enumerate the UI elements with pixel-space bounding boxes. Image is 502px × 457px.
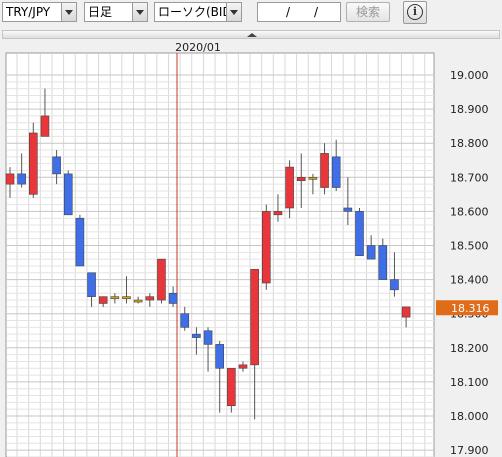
info-button[interactable]: i <box>403 1 427 24</box>
current-price-marker: 18.316 <box>436 300 498 316</box>
candle-body <box>227 367 236 407</box>
candle-body <box>401 306 411 318</box>
y-tick-label: 18.900 <box>450 103 489 116</box>
candle-body <box>285 166 294 209</box>
candle-body <box>17 173 26 185</box>
candle-body <box>133 299 143 303</box>
currency-pair-select[interactable]: TRY/JPY <box>2 2 77 22</box>
candle-body <box>40 115 50 137</box>
y-tick-label: 18.000 <box>450 410 489 423</box>
date-marker-label: 2020/01 <box>175 41 221 54</box>
collapse-toggle-button[interactable] <box>2 30 500 39</box>
y-tick-label: 18.400 <box>450 274 489 287</box>
candle-body <box>261 211 271 284</box>
y-tick-label: 18.600 <box>450 205 489 218</box>
candle-body <box>98 296 108 304</box>
chart-type-select[interactable]: ローソク(BID) <box>154 2 242 22</box>
date-input[interactable]: / / <box>257 2 341 22</box>
y-tick-label: 19.000 <box>450 69 489 82</box>
candle-body <box>145 296 155 301</box>
candle-body <box>110 296 120 299</box>
y-tick-label: 18.700 <box>450 171 489 184</box>
candle-body <box>192 333 201 338</box>
candle-body <box>355 211 364 257</box>
candle-body <box>203 330 213 345</box>
chevron-down-icon <box>226 3 241 21</box>
current-price-label: 18.316 <box>451 302 490 315</box>
chevron-down-icon <box>61 3 76 21</box>
candle-body <box>250 269 259 366</box>
candle-body <box>296 177 306 182</box>
y-tick-label: 18.200 <box>450 342 489 355</box>
candle-body <box>75 217 85 267</box>
candlestick-chart: 2020/01 19.000 18.900 18.800 18.700 18.600 18… <box>0 40 502 457</box>
period-value: 日足 <box>88 5 113 19</box>
y-tick-label: 18.500 <box>450 240 489 253</box>
search-button[interactable]: 検索 <box>346 2 390 22</box>
info-icon: i <box>407 4 423 20</box>
y-tick-label: 17.900 <box>450 444 489 457</box>
y-tick-label: 18.800 <box>450 137 489 150</box>
y-tick-label: 18.100 <box>450 376 489 389</box>
candle-body <box>5 173 15 185</box>
currency-pair-value: TRY/JPY <box>6 5 51 19</box>
candle-body <box>215 344 224 369</box>
candle-body <box>378 245 388 280</box>
date-separator: / <box>286 5 291 19</box>
date-separator: / <box>314 5 319 19</box>
candle-body <box>308 177 318 180</box>
candle-body <box>180 313 190 328</box>
candle-body <box>168 292 178 304</box>
candle-body <box>366 245 376 260</box>
chevron-down-icon <box>132 3 147 21</box>
candle-body <box>390 279 399 291</box>
candle-body <box>157 258 166 301</box>
candle-body <box>122 296 131 299</box>
period-select[interactable]: 日足 <box>84 2 148 22</box>
candle-body <box>28 132 38 195</box>
candle-body <box>320 153 329 188</box>
candle-body <box>87 272 96 297</box>
candle-body <box>238 364 248 369</box>
chart-type-value: ローソク(BID) <box>158 5 237 19</box>
candle-body <box>52 156 61 175</box>
candle-body <box>273 211 283 216</box>
toolbar: TRY/JPY 日足 ローソク(BID) / / 検索 i <box>0 0 502 28</box>
candle-body <box>63 173 73 216</box>
candle-body <box>331 156 341 188</box>
candle-body <box>343 207 353 212</box>
